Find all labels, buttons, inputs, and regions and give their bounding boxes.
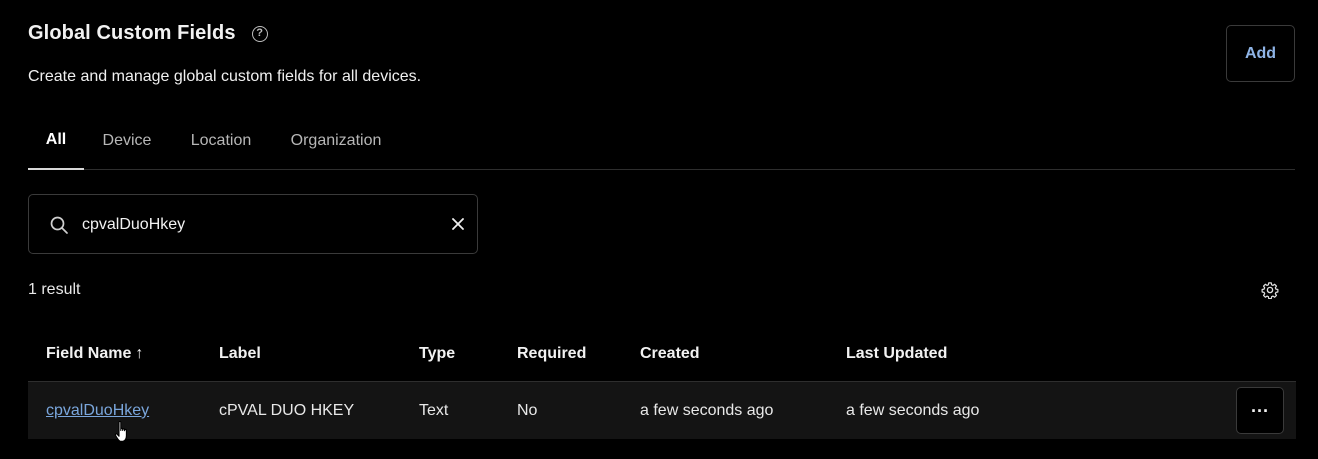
search-box — [28, 194, 478, 254]
row-more-actions-button[interactable]: ··· — [1236, 387, 1284, 434]
question-circle-icon[interactable]: ? — [251, 25, 268, 42]
field-required-cell: No — [517, 402, 538, 419]
hand-pointer-cursor-icon — [114, 420, 127, 442]
page-subtitle: Create and manage global custom fields f… — [28, 68, 422, 85]
column-header-created[interactable]: Created — [640, 345, 700, 363]
custom-fields-table: Field Name ↑ Label Type Required Created … — [28, 328, 1296, 439]
column-header-label: Field Name — [46, 345, 132, 362]
column-header-field-name[interactable]: Field Name ↑ — [46, 345, 143, 363]
page-title: Global Custom Fields — [28, 22, 236, 44]
column-header-type[interactable]: Type — [419, 345, 455, 363]
tab-location[interactable]: Location — [188, 112, 254, 170]
search-icon — [50, 216, 68, 234]
table-row: cpvalDuoHkey cPVAL DUO HKEY Text No a fe… — [28, 382, 1296, 439]
field-type-cell: Text — [419, 402, 449, 419]
tab-bar: All Device Location Organization — [28, 112, 1295, 170]
column-header-last-updated[interactable]: Last Updated — [846, 345, 947, 363]
custom-fields-page: Global Custom Fields ? Create and manage… — [0, 0, 1318, 459]
field-last-updated-cell: a few seconds ago — [846, 402, 980, 419]
result-count: 1 result — [28, 281, 81, 298]
sort-arrow-up-icon: ↑ — [135, 345, 144, 362]
table-header: Field Name ↑ Label Type Required Created … — [28, 328, 1296, 382]
field-name-link[interactable]: cpvalDuoHkey — [46, 402, 149, 420]
column-header-label[interactable]: Label — [219, 345, 261, 363]
field-created-cell: a few seconds ago — [640, 402, 774, 419]
close-icon[interactable] — [449, 215, 467, 233]
tab-organization[interactable]: Organization — [288, 112, 384, 170]
gear-icon[interactable] — [1261, 281, 1279, 299]
add-button[interactable]: Add — [1226, 25, 1295, 82]
tab-all[interactable]: All — [28, 112, 84, 170]
search-input[interactable] — [82, 213, 422, 237]
title-row: Global Custom Fields ? — [28, 22, 268, 45]
field-label-cell: cPVAL DUO HKEY — [219, 402, 355, 419]
tab-device[interactable]: Device — [102, 112, 152, 170]
column-header-required[interactable]: Required — [517, 345, 586, 363]
